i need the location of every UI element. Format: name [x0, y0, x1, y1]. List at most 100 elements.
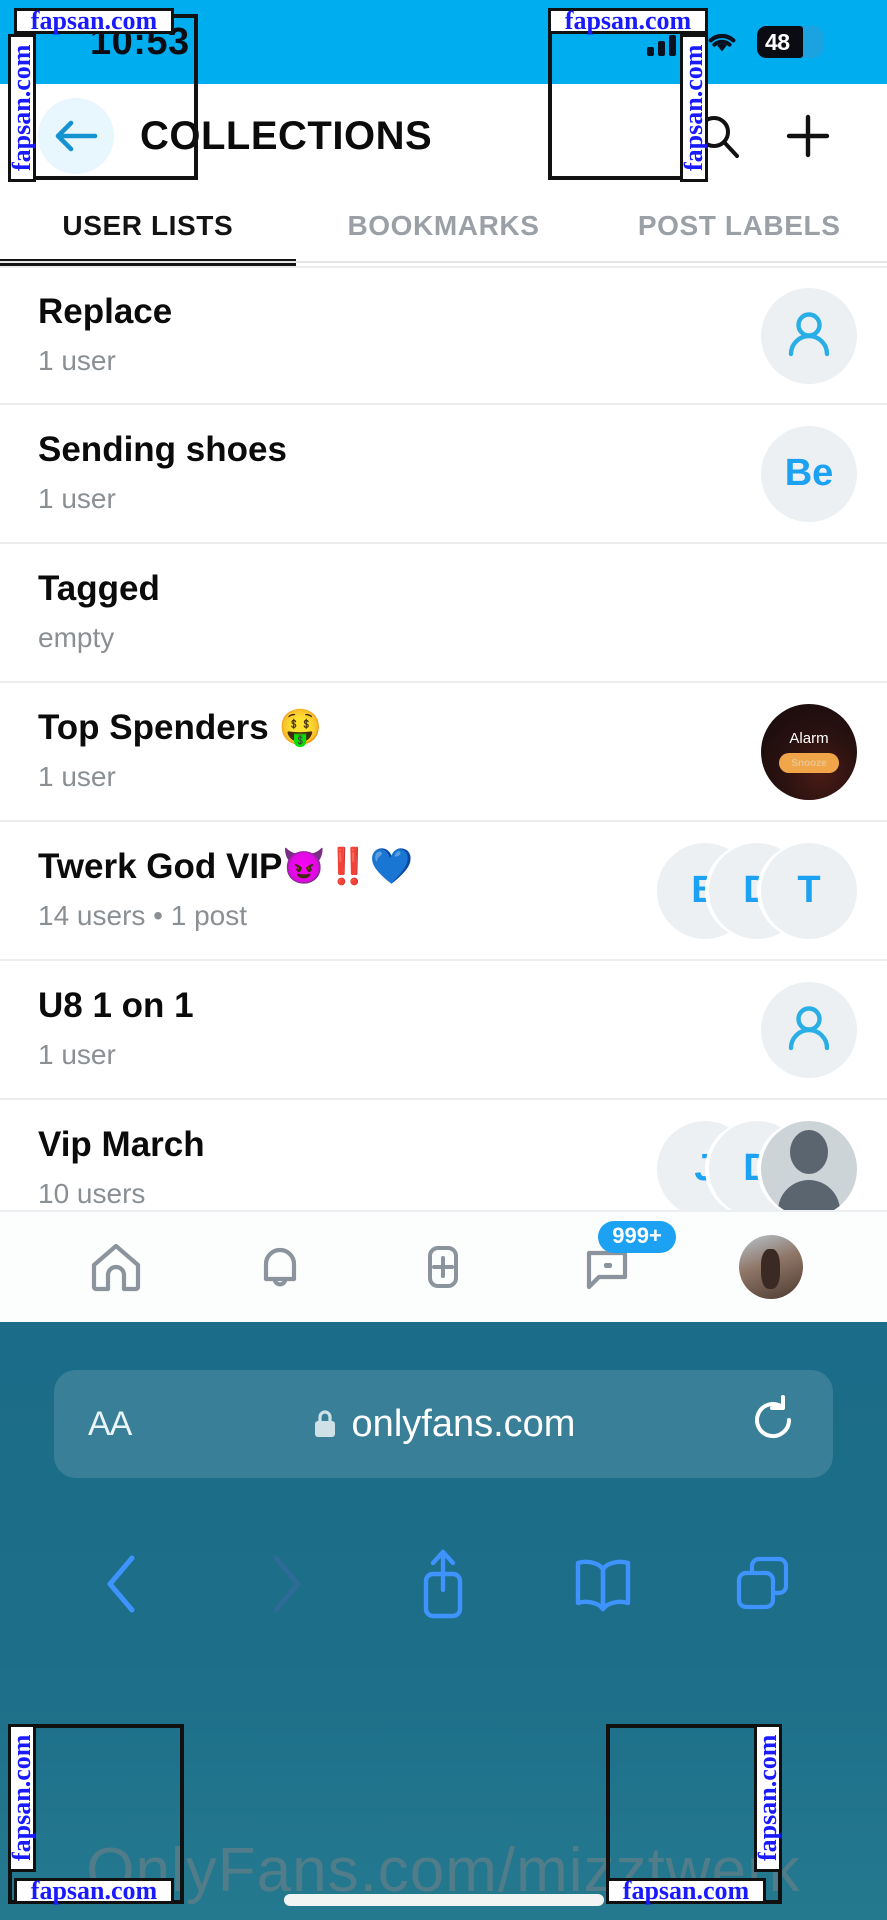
list-item-avatars	[761, 286, 857, 386]
add-post-icon	[428, 1246, 459, 1288]
watermark-right-vertical: fapsan.com	[679, 34, 708, 182]
list-item[interactable]: Tagged empty	[0, 544, 887, 683]
person-placeholder-icon	[788, 1005, 830, 1050]
avatar-alarm-label: Alarm	[789, 730, 829, 747]
list-item-avatars: J D	[657, 1119, 857, 1210]
tab-user-lists-label: USER LISTS	[62, 210, 234, 241]
nav-new-post-button[interactable]	[398, 1227, 488, 1307]
browser-tabs-button[interactable]	[723, 1544, 803, 1624]
battery-level: 48	[765, 28, 790, 55]
avatar: T	[761, 842, 857, 939]
list-item[interactable]: Replace 1 user	[0, 266, 887, 405]
tab-bookmarks[interactable]: BOOKMARKS	[296, 188, 592, 264]
nav-notifications-button[interactable]	[235, 1227, 325, 1307]
list-item[interactable]: Sending shoes 1 user Be	[0, 405, 887, 544]
watermark-bottom-right-vertical: fapsan.com	[753, 1724, 782, 1872]
list-item[interactable]: Top Spenders 🤑 1 user Alarm Snooze	[0, 683, 887, 822]
tab-user-lists[interactable]: USER LISTS	[0, 188, 296, 266]
watermark-text: fapsan.com	[679, 44, 708, 172]
plus-icon	[786, 114, 830, 158]
list-item-avatars: Alarm Snooze	[761, 702, 857, 802]
list-item-subtitle: 1 user	[38, 760, 116, 792]
page-header: COLLECTIONS	[0, 84, 887, 188]
list-item-title: Tagged	[38, 569, 160, 609]
tabs-icon	[736, 1556, 789, 1610]
list-item-subtitle: 1 user	[38, 1038, 116, 1070]
list-item-subtitle: 1 user	[38, 482, 116, 514]
list-item-avatars	[761, 980, 857, 1080]
list-item-title: Vip March	[38, 1125, 205, 1165]
list-item-title: Top Spenders 🤑	[38, 708, 323, 748]
avatar	[761, 287, 857, 384]
watermark-left-vertical: fapsan.com	[7, 34, 36, 182]
watermark-bottom-left: fapsan.com	[14, 1876, 174, 1905]
nav-home-button[interactable]	[71, 1227, 161, 1307]
list-item[interactable]: Twerk God VIP😈‼️💙 14 users • 1 post B D …	[0, 822, 887, 961]
watermark-text: fapsan.com	[753, 1734, 782, 1862]
watermark-text: fapsan.com	[7, 1734, 36, 1862]
share-icon	[424, 1549, 463, 1619]
add-collection-button[interactable]	[781, 109, 835, 163]
header-actions	[691, 109, 835, 163]
tab-bookmarks-label: BOOKMARKS	[347, 210, 540, 241]
back-button[interactable]	[38, 98, 114, 174]
avatar-snooze-button: Snooze	[779, 753, 839, 773]
list-item-avatars: B D T	[657, 841, 857, 941]
watermark-top-left: fapsan.com	[14, 6, 174, 35]
watermark-text: fapsan.com	[564, 6, 692, 35]
back-arrow-icon	[55, 120, 98, 152]
tabs-divider	[0, 261, 887, 263]
list-item[interactable]: U8 1 on 1 1 user	[0, 961, 887, 1100]
list-item-subtitle: 10 users	[38, 1177, 146, 1209]
wifi-icon	[705, 29, 739, 55]
watermark-text: fapsan.com	[7, 44, 36, 172]
nav-messages-button[interactable]: 999+	[562, 1221, 676, 1307]
list-item-title: Sending shoes	[38, 430, 287, 470]
battery-icon: 48	[757, 26, 823, 58]
avatar: Alarm Snooze	[761, 703, 857, 800]
browser-share-button[interactable]	[403, 1544, 483, 1624]
watermark-text: fapsan.com	[622, 1876, 750, 1905]
user-lists-container[interactable]: Replace 1 user Sending shoes 1 user Be T…	[0, 266, 887, 1210]
avatar: Be	[761, 425, 857, 522]
back-chevron-icon	[107, 1555, 135, 1613]
browser-bookmarks-button[interactable]	[563, 1544, 643, 1624]
safari-toolbar	[0, 1514, 887, 1654]
avatar-initials: Be	[784, 452, 834, 494]
collections-tabs: USER LISTS BOOKMARKS POST LABELS	[0, 188, 887, 266]
bell-icon	[263, 1247, 296, 1287]
watermark-bottom-left-vertical: fapsan.com	[7, 1724, 36, 1872]
avatar	[761, 1120, 857, 1210]
nav-profile-button[interactable]	[726, 1227, 816, 1307]
browser-back-button[interactable]	[84, 1544, 164, 1624]
phone-screenshot: 10:53 48 COLLECTIONS USER LISTS BOOKMARK…	[0, 0, 887, 1920]
list-item-subtitle: empty	[38, 621, 115, 653]
list-item[interactable]: Vip March 10 users J D	[0, 1100, 887, 1210]
app-bottom-nav: 999+	[0, 1210, 887, 1322]
lock-icon	[314, 1410, 335, 1437]
watermark-bottom-right: fapsan.com	[606, 1876, 766, 1905]
avatar	[761, 981, 857, 1078]
tab-post-labels-label: POST LABELS	[637, 210, 841, 241]
list-item-subtitle: 14 users • 1 post	[38, 899, 248, 931]
list-item-title: Twerk God VIP😈‼️💙	[38, 847, 414, 887]
profile-avatar	[739, 1235, 804, 1299]
person-placeholder-icon	[788, 311, 830, 356]
forward-chevron-icon	[273, 1555, 301, 1613]
watermark-text: fapsan.com	[30, 1876, 158, 1905]
bookmarks-icon	[576, 1559, 631, 1612]
avatar-initials: T	[797, 869, 821, 911]
home-icon	[91, 1243, 140, 1292]
page-title: COLLECTIONS	[140, 113, 433, 158]
list-item-title: Replace	[38, 292, 173, 332]
address-bar[interactable]: AA onlyfans.com	[54, 1370, 833, 1478]
list-item-title: U8 1 on 1	[38, 986, 194, 1026]
tab-post-labels[interactable]: POST LABELS	[591, 188, 887, 264]
list-item-subtitle: 1 user	[38, 344, 116, 376]
url-text: onlyfans.com	[351, 1402, 576, 1445]
url-display: onlyfans.com	[54, 1403, 833, 1446]
browser-forward-button[interactable]	[244, 1544, 324, 1624]
messages-badge: 999+	[598, 1221, 676, 1253]
watermark-top-right: fapsan.com	[548, 6, 708, 35]
list-item-avatars: Be	[761, 424, 857, 524]
